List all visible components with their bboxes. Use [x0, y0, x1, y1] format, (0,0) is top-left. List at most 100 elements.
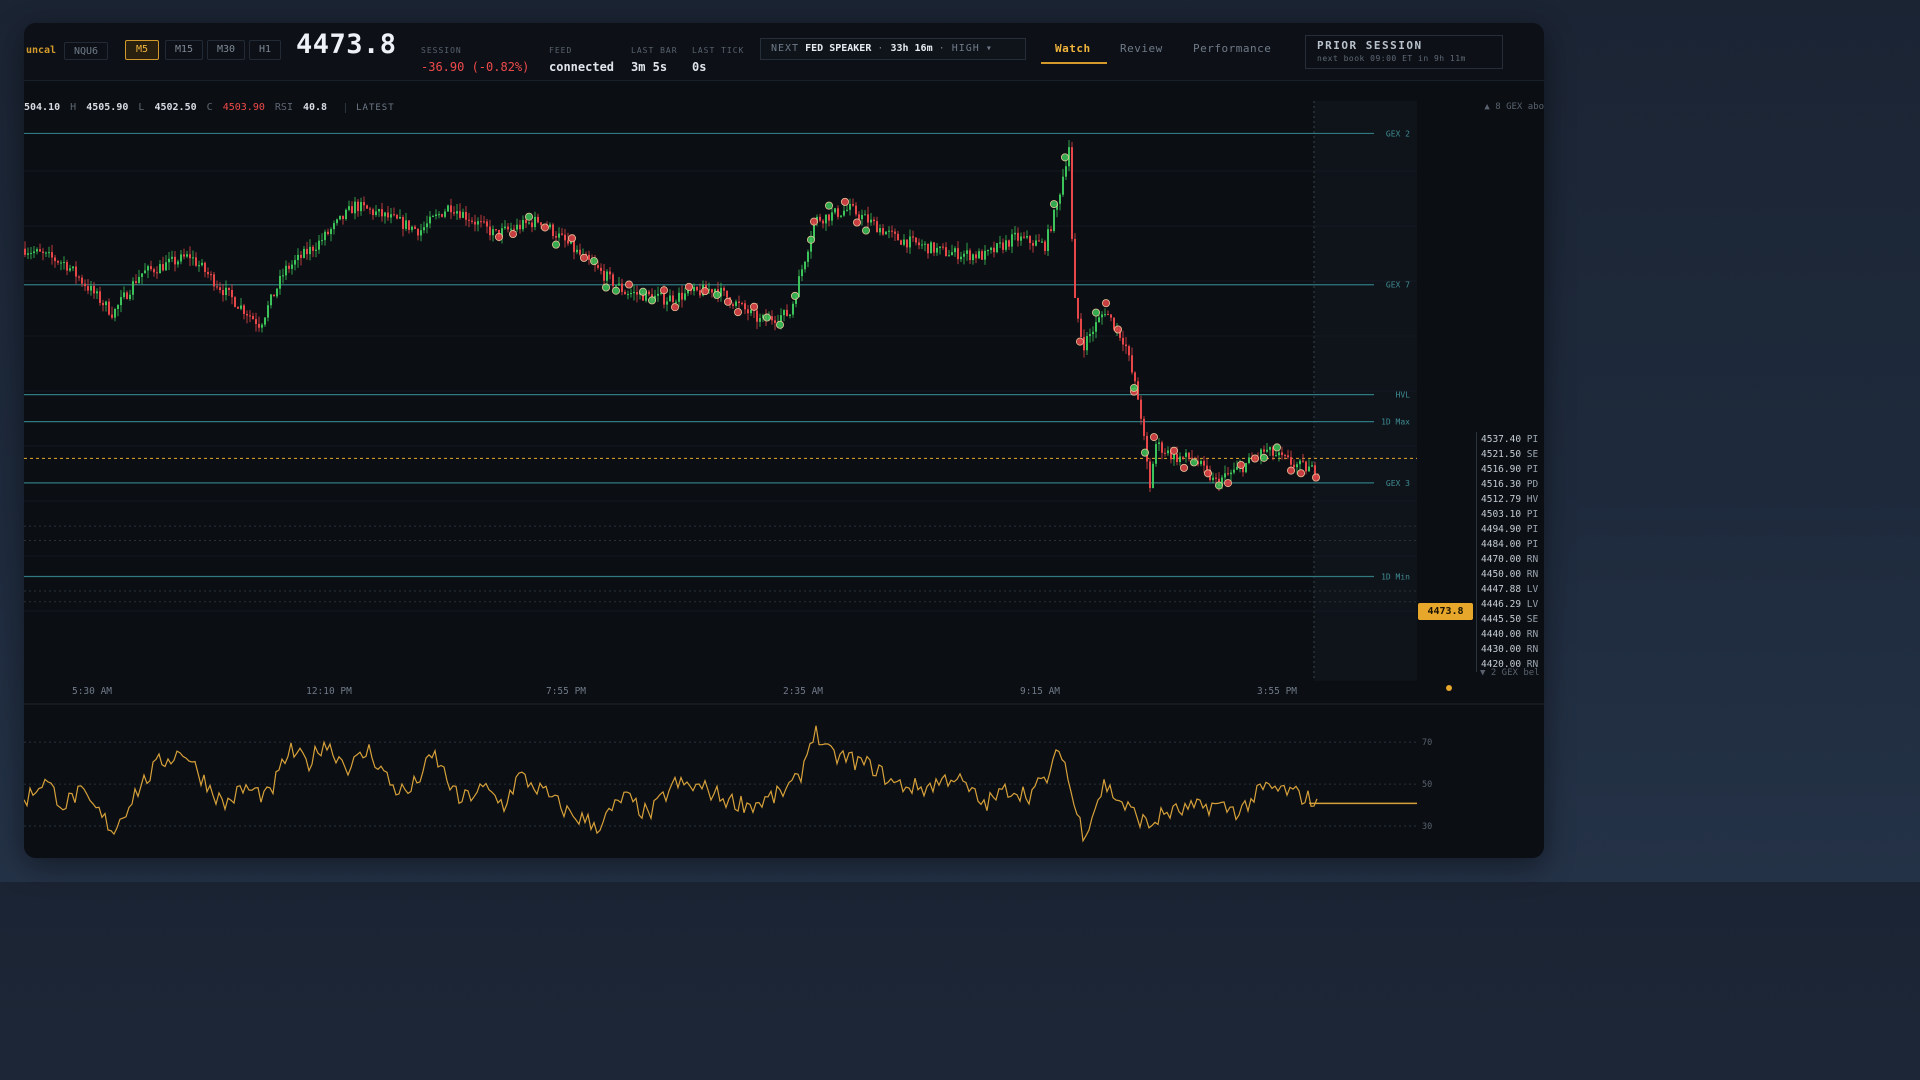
candle-body [624, 291, 626, 295]
signal-marker [1273, 443, 1282, 452]
candle-body [561, 233, 563, 235]
signal-marker [671, 303, 680, 312]
level-row[interactable]: 4430.00 RN [1477, 642, 1544, 657]
level-row[interactable]: 4445.50 SE [1477, 612, 1544, 627]
candle-body [138, 276, 140, 283]
signal-marker [1204, 469, 1213, 478]
candle-body [489, 226, 491, 236]
ohlc-readout: 504.10 H 4505.90 L 4502.50 C 4503.90 RSI… [24, 102, 409, 116]
candle-body [402, 216, 404, 229]
candle-body [63, 262, 65, 264]
top-bar: uncal NQU6 M5 M15 M30 H1 4473.8 SESSION … [24, 23, 1544, 81]
latest-button[interactable]: LATEST [345, 103, 405, 113]
candle-body [945, 247, 947, 256]
candle-body [264, 317, 266, 325]
candle-body [735, 301, 737, 306]
level-row[interactable]: 4516.90 PI [1477, 462, 1544, 477]
candle-body [456, 211, 458, 214]
candle-body [804, 261, 806, 270]
candle-body [60, 262, 62, 264]
level-row[interactable]: 4503.10 PI [1477, 507, 1544, 522]
candle-body [318, 240, 320, 250]
level-price: 4445.50 [1481, 614, 1522, 625]
candle-body [618, 283, 620, 286]
candle-body [522, 219, 524, 230]
level-row[interactable]: 4470.00 RN [1477, 552, 1544, 567]
level-tag: PI [1521, 509, 1539, 520]
candle-body [1125, 344, 1127, 347]
signal-marker [590, 257, 599, 266]
candle-body [198, 265, 200, 267]
prior-session-subtitle: next book 09:00 ET in 9h 11m [1317, 54, 1466, 63]
candle-body [825, 214, 827, 224]
high-value: 4505.90 [86, 102, 129, 113]
level-row[interactable]: 4516.30 PD [1477, 477, 1544, 492]
candle-body [387, 212, 389, 218]
candle-body [801, 269, 803, 277]
candle-body [882, 228, 884, 235]
candle-body [1086, 336, 1088, 351]
candle-body [483, 221, 485, 223]
candle-body [1134, 372, 1136, 382]
signal-marker [1287, 466, 1296, 475]
candle-body [414, 226, 416, 229]
level-row[interactable]: 4446.29 LV [1477, 597, 1544, 612]
candle-body [432, 216, 434, 218]
candle-body [678, 292, 680, 302]
candle-body [579, 249, 581, 255]
candle-body [867, 214, 869, 223]
level-row[interactable]: 4440.00 RN [1477, 627, 1544, 642]
candle-body [213, 274, 215, 287]
candle-body [894, 231, 896, 234]
candle-body [1104, 314, 1106, 316]
candle-body [72, 266, 74, 269]
candle-body [732, 304, 734, 306]
candle-body [219, 287, 221, 291]
level-row[interactable]: 4447.88 LV [1477, 582, 1544, 597]
level-row[interactable]: 4484.00 PI [1477, 537, 1544, 552]
candle-body [180, 254, 182, 262]
level-row[interactable]: 4521.50 SE [1477, 447, 1544, 462]
candle-body [54, 257, 56, 262]
timeframe-m5-button[interactable]: M5 [125, 40, 159, 60]
candle-body [669, 295, 671, 302]
tab-watch[interactable]: Watch [1055, 42, 1091, 55]
level-row[interactable]: 4494.90 PI [1477, 522, 1544, 537]
tab-review[interactable]: Review [1120, 42, 1163, 55]
candle-body [984, 250, 986, 260]
tab-performance[interactable]: Performance [1193, 42, 1271, 55]
ticker-fragment[interactable]: uncal [24, 42, 58, 60]
candle-body [1284, 455, 1286, 457]
last-bar-label: LAST BAR [631, 46, 678, 55]
prior-session-panel[interactable]: PRIOR SESSION next book 09:00 ET in 9h 1… [1305, 35, 1503, 69]
signal-marker [734, 308, 743, 317]
timeframe-m30-button[interactable]: M30 [207, 40, 245, 60]
candle-body [1074, 238, 1076, 298]
level-row[interactable]: 4512.79 HV [1477, 492, 1544, 507]
candle-body [294, 260, 296, 265]
candle-body [1131, 355, 1133, 373]
signal-marker [580, 253, 589, 262]
current-price-tag: 4473.8 [1418, 603, 1473, 620]
level-row[interactable]: 4450.00 RN [1477, 567, 1544, 582]
gex-level-label: GEX 2 [1386, 129, 1410, 138]
gex-below-indicator[interactable]: ▼ 2 GEX bel [1480, 668, 1540, 678]
candle-body [99, 291, 101, 303]
timeframe-h1-button[interactable]: H1 [249, 40, 281, 60]
rsi-panel[interactable]: 70 50 30 [24, 707, 1544, 858]
candle-body [711, 289, 713, 293]
candle-body [612, 274, 614, 286]
next-event-countdown: 33h 16m [890, 43, 933, 54]
price-chart[interactable]: GEX 2GEX 7HVL1D MaxGEX 31D Min5:30 AM 12:… [24, 101, 1544, 706]
timeframe-m15-button[interactable]: M15 [165, 40, 203, 60]
symbol-badge[interactable]: NQU6 [64, 42, 108, 60]
candle-body [165, 262, 167, 271]
candle-body [723, 287, 725, 291]
next-event-dropdown[interactable]: NEXT FED SPEAKER · 33h 16m · HIGH ▾ [760, 38, 1026, 60]
gex-above-indicator[interactable]: ▲ 8 GEX abo [1484, 102, 1544, 112]
candle-body [1098, 317, 1100, 323]
candle-body [330, 229, 332, 235]
level-tag: PI [1521, 464, 1539, 475]
candle-body [150, 266, 152, 270]
level-row[interactable]: 4537.40 PI [1477, 432, 1544, 447]
